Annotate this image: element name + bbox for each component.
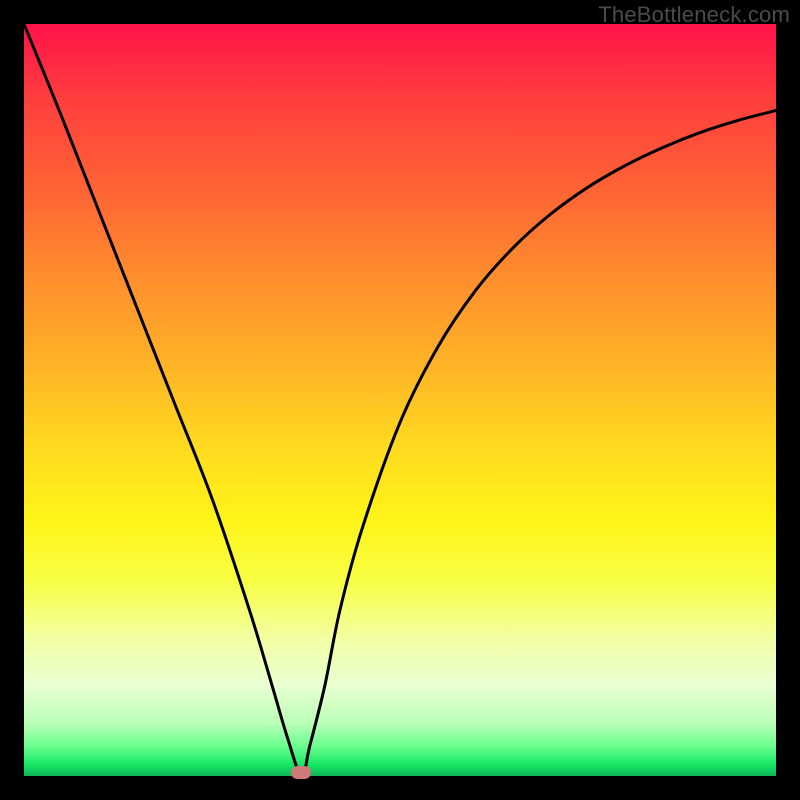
optimum-marker	[291, 766, 311, 779]
plot-area	[24, 24, 776, 776]
bottleneck-curve	[24, 24, 776, 776]
chart-container: TheBottleneck.com	[0, 0, 800, 800]
